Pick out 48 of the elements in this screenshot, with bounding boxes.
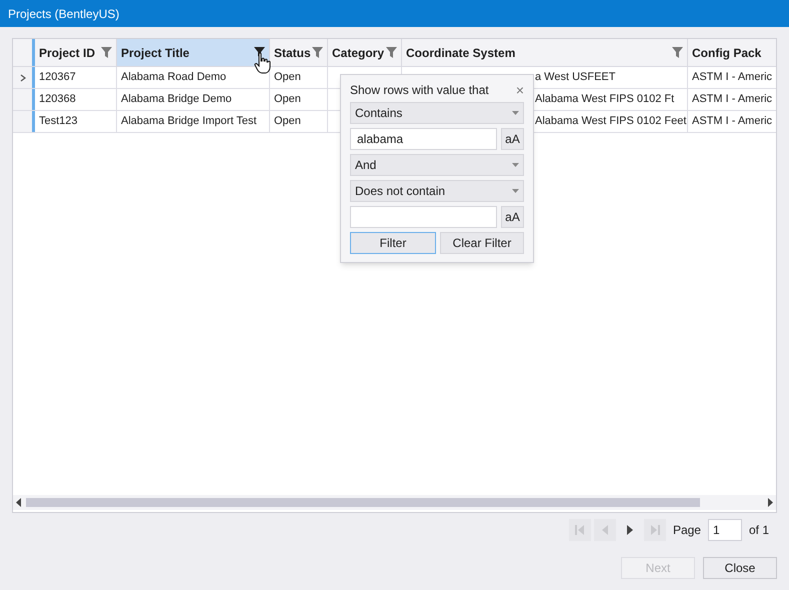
- table-cell-text: ASTM I - Americ: [692, 114, 772, 130]
- match-case-button[interactable]: aA: [501, 206, 524, 228]
- window-title: Projects (BentleyUS): [8, 6, 120, 22]
- row-indicator[interactable]: [13, 67, 35, 88]
- row-indicator[interactable]: [13, 89, 35, 110]
- last-page-icon: [648, 524, 661, 536]
- dropdown-arrow-icon: [512, 163, 519, 167]
- table-cell-text: Alabama West FIPS 0102 Feet: [535, 114, 686, 130]
- close-button[interactable]: ×: [516, 83, 524, 97]
- page-label: Page: [672, 522, 701, 539]
- table-cell-text: a West USFEET: [535, 70, 616, 86]
- operator-dropdown[interactable]: Contains: [350, 102, 524, 124]
- value-field[interactable]: alabama: [350, 128, 497, 150]
- dropdown-arrow-icon: [512, 111, 519, 115]
- table-cell-text: ASTM I - Americ: [692, 70, 772, 86]
- column-header[interactable]: Config Pack: [688, 39, 776, 66]
- table-cell-text: Test123: [39, 114, 78, 130]
- dropdown-arrow-icon: [512, 189, 519, 193]
- clear-filter-button[interactable]: Clear Filter: [440, 232, 524, 254]
- value-field[interactable]: [350, 206, 497, 228]
- scroll-left-icon[interactable]: [16, 498, 22, 507]
- table-cell-text: 120367: [39, 70, 76, 86]
- page-field[interactable]: 1: [708, 519, 742, 541]
- operator-dropdown[interactable]: Does not contain: [350, 180, 524, 202]
- page-count: of 1: [748, 522, 769, 539]
- table-cell-text: Alabama Bridge Import Test: [121, 114, 257, 130]
- table-cell-text: Alabama Bridge Demo: [121, 92, 232, 108]
- first-page-icon: [574, 524, 586, 536]
- column-header[interactable]: Coordinate System: [402, 39, 688, 66]
- popup-title: Show rows with value that: [350, 82, 489, 99]
- column-header[interactable]: Status: [270, 39, 328, 66]
- match-case-button[interactable]: aA: [501, 128, 524, 150]
- table-cell-text: Open: [274, 92, 301, 108]
- table-cell-text: Alabama Road Demo: [121, 70, 226, 86]
- table-cell-text: Open: [274, 114, 301, 130]
- scrollbar-thumb[interactable]: [26, 498, 700, 507]
- table-cell-text: Open: [274, 70, 301, 86]
- column-header[interactable]: Project Title: [117, 39, 270, 66]
- filter-button[interactable]: Filter: [350, 232, 436, 254]
- table-cell-text: ASTM I - Americ: [692, 92, 772, 108]
- dialog-button[interactable]: Close: [703, 557, 777, 579]
- column-header[interactable]: Category: [328, 39, 402, 66]
- chevron-icon: [20, 74, 26, 82]
- scroll-right-icon[interactable]: [767, 498, 773, 507]
- row-indicator[interactable]: [13, 111, 35, 132]
- table-cell-text: Alabama West FIPS 0102 Ft: [535, 92, 674, 108]
- logic-dropdown[interactable]: And: [350, 154, 524, 176]
- table-cell-text: 120368: [39, 92, 76, 108]
